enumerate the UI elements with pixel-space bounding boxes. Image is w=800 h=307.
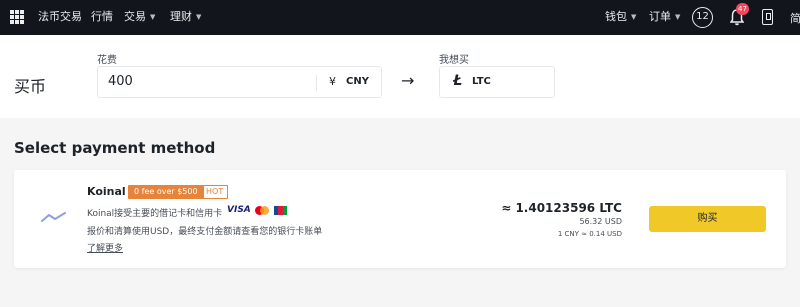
buy-button[interactable]: 购买 [649,206,766,232]
settlement-note: 报价和清算使用USD，最终支付金额请查看您的银行卡账单 [87,227,323,237]
chevron-down-icon: ▼ [631,13,637,21]
method-name: Koinal [87,185,126,198]
usd-amount: 56.32 USD [579,217,622,226]
mastercard-icon [255,206,269,215]
user-badge[interactable]: 12 [692,7,713,28]
nav-wallet[interactable]: 钱包 ▼ [605,10,636,24]
hot-badge: HOT [201,185,229,199]
buy-form: 买币 花费 400 ¥ CNY → 我想买 Ł LTC [0,35,800,118]
currency-select[interactable]: CNY [346,76,369,87]
nav-finance[interactable]: 理财 ▼ [170,10,201,24]
crypto-amount: ≈ 1.40123596 LTC [501,201,622,215]
want-label: 我想买 [439,55,469,66]
spend-label: 花费 [97,55,117,66]
arrow-right-icon: → [401,71,415,90]
chevron-down-icon: ▼ [150,13,156,21]
chart-line-icon [41,212,66,222]
section-title: Select payment method [14,139,216,157]
grid-icon[interactable] [10,10,24,24]
nav-trade[interactable]: 交易 ▼ [124,10,155,24]
download-icon[interactable] [762,9,773,25]
divider [316,75,317,91]
page-title: 买币 [14,77,47,96]
spend-input[interactable]: 400 [108,74,133,89]
chevron-down-icon: ▼ [196,13,202,21]
top-navbar: 法币交易 行情 交易 ▼ 理财 ▼ 钱包 ▼ 订单 ▼ 12 47 简 [0,0,800,35]
nav-fiat-trade[interactable]: 法币交易 [38,10,82,24]
promo-badge: 0 fee over $500 [128,185,204,199]
notification-count: 47 [736,3,749,15]
learn-more-link[interactable]: 了解更多 [87,241,123,254]
chevron-down-icon: ▼ [675,13,681,21]
exchange-rate: 1 CNY ≈ 0.14 USD [557,230,622,238]
litecoin-icon: Ł [453,73,463,89]
crypto-select[interactable]: Ł LTC [439,66,555,98]
visa-logo: VISA [227,205,251,215]
nav-markets[interactable]: 行情 [91,10,113,24]
yen-icon: ¥ [329,75,336,88]
method-description: Koinal接受主要的借记卡和信用卡 [87,209,223,219]
payment-method-card[interactable]: Koinal 0 fee over $500 HOT Koinal接受主要的借记… [14,170,786,268]
jcb-icon [274,206,287,215]
spend-field[interactable]: 400 ¥ CNY [97,66,382,98]
nav-orders[interactable]: 订单 ▼ [649,10,680,24]
crypto-label: LTC [472,76,491,87]
language-switch[interactable]: 简 [790,10,800,26]
